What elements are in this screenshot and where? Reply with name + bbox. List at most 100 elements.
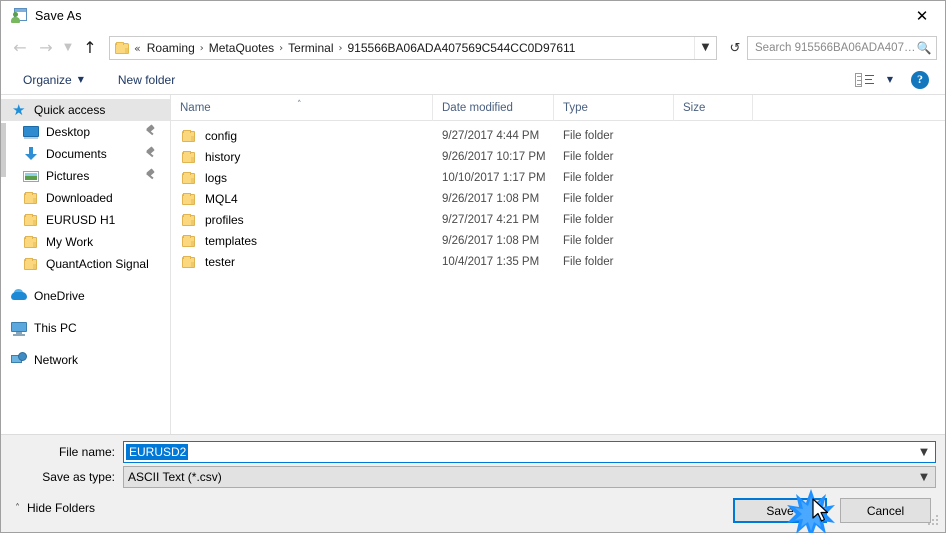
sidebar-item-desktop[interactable]: Desktop <box>1 121 170 143</box>
sidebar-item-label: Pictures <box>46 169 90 183</box>
close-icon: ✕ <box>915 6 929 25</box>
save-as-type-value: ASCII Text (*.csv) <box>128 470 222 484</box>
column-header-date-modified[interactable]: Date modified <box>433 94 554 121</box>
column-header-name[interactable]: Name ˄ <box>171 94 433 121</box>
chevron-down-icon[interactable]: ▼ <box>913 447 935 458</box>
sidebar-item-quantaction-signal[interactable]: QuantAction Signal <box>1 253 170 275</box>
sidebar-item-this-pc[interactable]: This PC <box>1 317 170 339</box>
file-name: history <box>205 149 241 164</box>
cell-date-modified: 9/26/2017 1:08 PM <box>442 234 540 247</box>
cell-type: File folder <box>563 234 614 247</box>
file-name: logs <box>205 170 228 185</box>
pictures-icon <box>23 168 39 184</box>
file-name: tester <box>205 254 236 269</box>
table-row[interactable]: config 9/27/2017 4:44 PM File folder <box>171 125 945 146</box>
refresh-button[interactable]: ↺ <box>723 36 747 60</box>
breadcrumb-item-metaquotes[interactable]: MetaQuotes <box>205 41 278 55</box>
cell-type: File folder <box>563 150 614 163</box>
sidebar-item-documents[interactable]: Documents <box>1 143 170 165</box>
cell-name: history <box>171 150 433 164</box>
hide-folders-label: Hide Folders <box>27 501 96 515</box>
save-as-type-label: Save as type: <box>42 470 115 484</box>
pin-icon[interactable] <box>145 168 156 182</box>
sidebar-item-label: Downloaded <box>46 191 113 205</box>
documents-download-icon <box>23 146 39 162</box>
file-name-combobox[interactable]: EURUSD2 ▼ <box>123 441 936 463</box>
table-row[interactable]: history 9/26/2017 10:17 PM File folder <box>171 146 945 167</box>
save-as-dialog: Save As ✕ ← → ▼ ↑ « Roaming › MetaQuotes… <box>0 0 946 533</box>
table-row[interactable]: MQL4 9/26/2017 1:08 PM File folder <box>171 188 945 209</box>
help-icon: ? <box>917 72 923 86</box>
pin-icon[interactable] <box>145 124 156 138</box>
up-arrow-icon: ↑ <box>83 38 97 57</box>
sidebar-item-onedrive[interactable]: OneDrive <box>1 285 170 307</box>
help-button[interactable]: ? <box>911 70 929 89</box>
chevron-down-icon: ▼ <box>77 75 84 84</box>
cell-type: File folder <box>563 171 614 184</box>
save-button-label: Save <box>766 503 794 518</box>
hide-folders-button[interactable]: ˄ Hide Folders <box>15 501 95 515</box>
sidebar-item-network[interactable]: Network <box>1 349 170 371</box>
file-name: profiles <box>205 212 244 227</box>
breadcrumb-overflow[interactable]: « <box>133 42 143 55</box>
breadcrumb-item-terminal[interactable]: Terminal <box>284 41 337 55</box>
file-list-pane: Name ˄ Date modified Type Size config 9/… <box>171 94 945 434</box>
column-header-type[interactable]: Type <box>554 94 674 121</box>
chevron-down-icon[interactable]: ▼ <box>913 472 935 483</box>
folder-icon <box>181 192 197 206</box>
table-row[interactable]: tester 10/4/2017 1:35 PM File folder <box>171 251 945 272</box>
sidebar-item-quick-access[interactable]: ★ Quick access <box>1 99 170 121</box>
cell-date-modified: 10/4/2017 1:35 PM <box>442 255 540 268</box>
view-mode-button[interactable] <box>849 70 883 90</box>
save-as-type-combobox[interactable]: ASCII Text (*.csv) ▼ <box>123 466 936 488</box>
folder-icon <box>181 171 197 185</box>
file-rows: config 9/27/2017 4:44 PM File folder his… <box>171 121 945 434</box>
file-name-label: File name: <box>58 445 115 459</box>
recent-locations-button[interactable]: ▼ <box>59 35 77 61</box>
file-name-input[interactable]: EURUSD2 <box>126 444 189 460</box>
sidebar-item-label: EURUSD H1 <box>46 213 116 227</box>
cell-type: File folder <box>563 192 614 205</box>
sidebar-item-label: My Work <box>46 235 94 249</box>
back-button[interactable]: ← <box>7 35 33 61</box>
table-row[interactable]: profiles 9/27/2017 4:21 PM File folder <box>171 209 945 230</box>
organize-label: Organize <box>23 72 72 87</box>
sidebar-item-label: Documents <box>46 147 107 161</box>
sidebar-item-eurusd-h1[interactable]: EURUSD H1 <box>1 209 170 231</box>
pin-icon[interactable] <box>145 146 156 160</box>
sidebar-item-pictures[interactable]: Pictures <box>1 165 170 187</box>
cell-date-modified: 10/10/2017 1:17 PM <box>442 171 546 184</box>
resize-grip-icon[interactable] <box>927 515 940 528</box>
table-row[interactable]: logs 10/10/2017 1:17 PM File folder <box>171 167 945 188</box>
folder-icon <box>181 255 197 269</box>
cell-type: File folder <box>563 129 614 142</box>
search-box[interactable]: Search 915566BA06ADA40756... 🔍 <box>747 36 937 60</box>
cell-type: File folder <box>563 255 614 268</box>
back-arrow-icon: ← <box>13 38 27 57</box>
up-button[interactable]: ↑ <box>77 35 103 61</box>
forward-button[interactable]: → <box>33 35 59 61</box>
search-input[interactable]: Search 915566BA06ADA40756... <box>755 42 916 54</box>
sidebar-item-label: This PC <box>34 321 77 335</box>
cancel-button[interactable]: Cancel <box>840 498 931 523</box>
chevron-down-icon: ▼ <box>64 42 72 53</box>
save-button[interactable]: Save <box>733 498 827 523</box>
view-mode-dropdown[interactable]: ▼ <box>883 75 897 84</box>
sort-ascending-icon: ˄ <box>297 99 302 110</box>
cell-date-modified: 9/27/2017 4:21 PM <box>442 213 540 226</box>
breadcrumb-item-instance-id[interactable]: 915566BA06ADA407569C544CC0D97611 <box>344 41 580 55</box>
sidebar-item-my-work[interactable]: My Work <box>1 231 170 253</box>
cell-name: MQL4 <box>171 192 433 206</box>
table-row[interactable]: templates 9/26/2017 1:08 PM File folder <box>171 230 945 251</box>
sidebar-item-downloaded[interactable]: Downloaded <box>1 187 170 209</box>
close-button[interactable]: ✕ <box>899 1 945 31</box>
organize-button[interactable]: Organize ▼ <box>17 70 90 90</box>
column-header-size[interactable]: Size <box>674 94 753 121</box>
address-dropdown-button[interactable]: ▼ <box>694 37 716 59</box>
column-header-row: Name ˄ Date modified Type Size <box>171 94 945 121</box>
sidebar-item-label: Network <box>34 353 79 367</box>
new-folder-button[interactable]: New folder <box>112 70 181 90</box>
cancel-button-label: Cancel <box>866 503 905 518</box>
breadcrumb-item-roaming[interactable]: Roaming <box>143 41 199 55</box>
address-bar[interactable]: « Roaming › MetaQuotes › Terminal › 9155… <box>109 36 717 60</box>
